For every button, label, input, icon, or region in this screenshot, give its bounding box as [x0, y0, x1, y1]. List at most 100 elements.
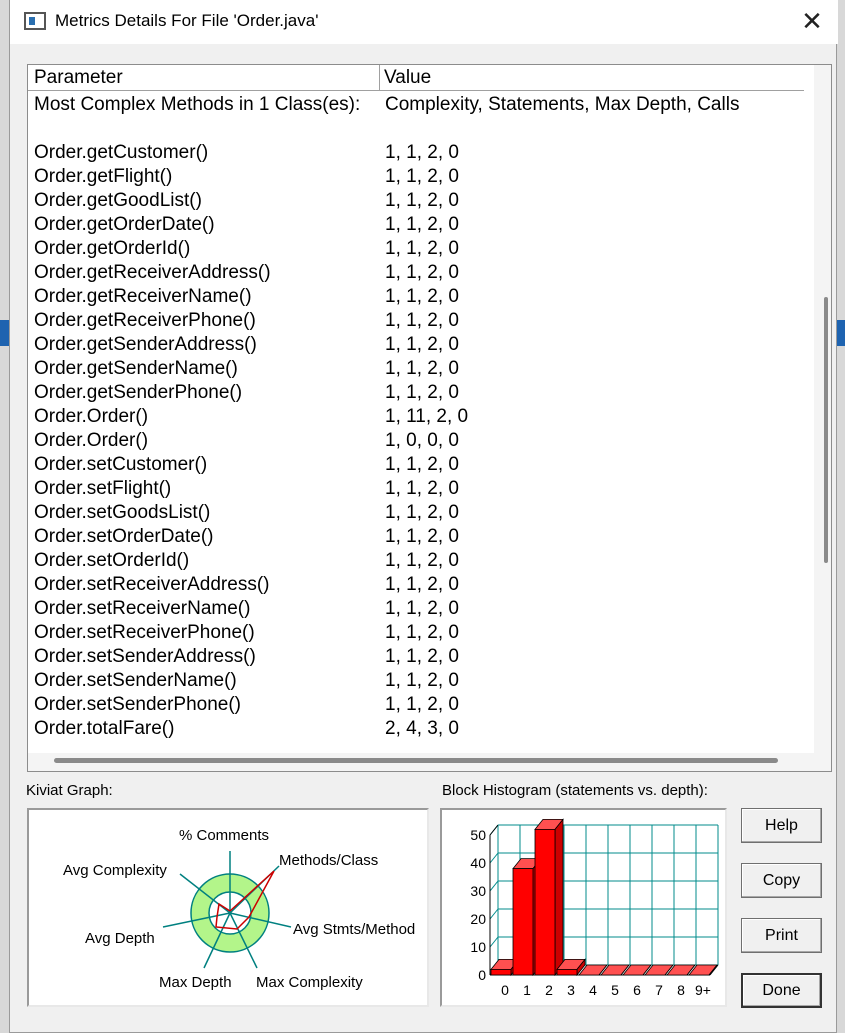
- table-row[interactable]: Order.getOrderId() 1, 1, 2, 0: [28, 237, 804, 261]
- y-tick-label: 30: [470, 883, 486, 899]
- value-cell: 1, 1, 2, 0: [385, 670, 459, 691]
- parameter-cell: Order.getReceiverAddress(): [34, 262, 271, 283]
- table-row[interactable]: Order.Order() 1, 11, 2, 0: [28, 405, 804, 429]
- table-row[interactable]: Order.getSenderAddress() 1, 1, 2, 0: [28, 333, 804, 357]
- x-tick-label: 4: [589, 982, 597, 998]
- table-row[interactable]: Order.getFlight() 1, 1, 2, 0: [28, 165, 804, 189]
- x-tick-label: 5: [611, 982, 619, 998]
- kiviat-axis-label: % Comments: [179, 827, 269, 844]
- table-row[interactable]: Most Complex Methods in 1 Class(es): Comp…: [28, 93, 804, 117]
- parameter-cell: Order.setReceiverPhone(): [34, 622, 255, 643]
- y-tick-label: 20: [470, 911, 486, 927]
- column-header-parameter[interactable]: Parameter: [28, 65, 380, 91]
- x-tick-label: 0: [501, 982, 509, 998]
- kiviat-graph: % Comments Methods/Class Avg Stmts/Metho…: [27, 808, 429, 1007]
- title-bar: Metrics Details For File 'Order.java' ✕: [10, 0, 838, 44]
- parameter-cell: Order.getFlight(): [34, 166, 173, 187]
- value-cell: 1, 1, 2, 0: [385, 454, 459, 475]
- table-row[interactable]: Order.setReceiverAddress() 1, 1, 2, 0: [28, 573, 804, 597]
- parameter-cell: Most Complex Methods in 1 Class(es):: [34, 94, 361, 115]
- value-cell: 1, 1, 2, 0: [385, 598, 459, 619]
- parameter-cell: Order.setCustomer(): [34, 454, 208, 475]
- window-title: Metrics Details For File 'Order.java': [55, 11, 319, 30]
- x-tick-label: 8: [677, 982, 685, 998]
- vertical-scrollbar[interactable]: [814, 65, 831, 771]
- value-cell: 1, 1, 2, 0: [385, 358, 459, 379]
- table-row[interactable]: Order.setFlight() 1, 1, 2, 0: [28, 477, 804, 501]
- x-tick-label: 2: [545, 982, 553, 998]
- value-cell: 1, 1, 2, 0: [385, 574, 459, 595]
- table-row[interactable]: Order.getOrderDate() 1, 1, 2, 0: [28, 213, 804, 237]
- table-row[interactable]: Order.getReceiverName() 1, 1, 2, 0: [28, 285, 804, 309]
- parameter-cell: Order.getSenderPhone(): [34, 382, 243, 403]
- table-row[interactable]: Order.Order() 1, 0, 0, 0: [28, 429, 804, 453]
- parameter-cell: Order.getSenderName(): [34, 358, 238, 379]
- background-window-right: [837, 0, 845, 1033]
- table-row[interactable]: Order.setReceiverPhone() 1, 1, 2, 0: [28, 621, 804, 645]
- parameter-cell: Order.getOrderId(): [34, 238, 191, 259]
- grid-line: [489, 880, 499, 892]
- parameter-cell: Order.getReceiverName(): [34, 286, 252, 307]
- table-row[interactable]: Order.setOrderId() 1, 1, 2, 0: [28, 549, 804, 573]
- table-row[interactable]: Order.setSenderAddress() 1, 1, 2, 0: [28, 645, 804, 669]
- table-row[interactable]: Order.getGoodList() 1, 1, 2, 0: [28, 189, 804, 213]
- done-button[interactable]: Done: [741, 973, 822, 1008]
- value-cell: 1, 1, 2, 0: [385, 286, 459, 307]
- value-cell: 1, 1, 2, 0: [385, 334, 459, 355]
- table-header: Parameter Value: [28, 65, 804, 91]
- parameter-cell: Order.setReceiverAddress(): [34, 574, 270, 595]
- help-button[interactable]: Help: [741, 808, 822, 843]
- histogram-bar-side: [554, 818, 564, 977]
- table-row[interactable]: Order.setSenderName() 1, 1, 2, 0: [28, 669, 804, 693]
- value-cell: 1, 1, 2, 0: [385, 550, 459, 571]
- parameter-cell: Order.setSenderName(): [34, 670, 237, 691]
- value-cell: 1, 1, 2, 0: [385, 526, 459, 547]
- parameter-cell: Order.setOrderDate(): [34, 526, 214, 547]
- value-cell: 1, 1, 2, 0: [385, 166, 459, 187]
- table-row[interactable]: Order.setCustomer() 1, 1, 2, 0: [28, 453, 804, 477]
- close-button[interactable]: ✕: [788, 6, 836, 38]
- kiviat-axis-label: Avg Stmts/Method: [293, 921, 415, 938]
- vertical-scrollbar-thumb[interactable]: [824, 297, 828, 563]
- table-row[interactable]: Order.setSenderPhone() 1, 1, 2, 0: [28, 693, 804, 717]
- value-cell: 1, 1, 2, 0: [385, 502, 459, 523]
- parameter-cell: Order.setReceiverName(): [34, 598, 251, 619]
- value-cell: 1, 1, 2, 0: [385, 190, 459, 211]
- table-row[interactable]: Order.getSenderName() 1, 1, 2, 0: [28, 357, 804, 381]
- kiviat-axis-label: Max Depth: [159, 974, 232, 991]
- column-header-value[interactable]: Value: [380, 65, 804, 91]
- copy-button[interactable]: Copy: [741, 863, 822, 898]
- histogram-bar: [534, 828, 556, 976]
- table-row[interactable]: [28, 117, 804, 141]
- metrics-details-dialog: Metrics Details For File 'Order.java' ✕ …: [9, 0, 838, 1033]
- print-button[interactable]: Print: [741, 918, 822, 953]
- kiviat-axis-label: Max Complexity: [256, 974, 363, 991]
- histogram-label: Block Histogram (statements vs. depth):: [442, 782, 708, 799]
- horizontal-scrollbar[interactable]: [28, 753, 814, 771]
- background-window-left: [0, 0, 9, 1033]
- background-window-right-highlight: [837, 320, 845, 346]
- histogram-bar: [556, 968, 578, 976]
- table-row[interactable]: Order.setGoodsList() 1, 1, 2, 0: [28, 501, 804, 525]
- value-cell: 1, 1, 2, 0: [385, 478, 459, 499]
- table-row[interactable]: Order.totalFare() 2, 4, 3, 0: [28, 717, 804, 741]
- table-row[interactable]: Order.getReceiverPhone() 1, 1, 2, 0: [28, 309, 804, 333]
- table-row[interactable]: Order.getReceiverAddress() 1, 1, 2, 0: [28, 261, 804, 285]
- x-tick-label: 7: [655, 982, 663, 998]
- value-cell: 2, 4, 3, 0: [385, 718, 459, 739]
- grid-line: [489, 908, 499, 920]
- value-cell: 1, 1, 2, 0: [385, 382, 459, 403]
- table-row[interactable]: Order.setOrderDate() 1, 1, 2, 0: [28, 525, 804, 549]
- value-cell: 1, 1, 2, 0: [385, 622, 459, 643]
- y-tick-label: 40: [470, 855, 486, 871]
- parameter-cell: Order.getReceiverPhone(): [34, 310, 256, 331]
- table-row[interactable]: Order.setReceiverName() 1, 1, 2, 0: [28, 597, 804, 621]
- axis-edge: [489, 824, 499, 836]
- value-cell: 1, 1, 2, 0: [385, 310, 459, 331]
- parameter-cell: Order.getSenderAddress(): [34, 334, 257, 355]
- parameter-cell: Order.getGoodList(): [34, 190, 202, 211]
- horizontal-scrollbar-thumb[interactable]: [54, 758, 778, 763]
- table-row[interactable]: Order.getCustomer() 1, 1, 2, 0: [28, 141, 804, 165]
- parameter-cell: Order.setOrderId(): [34, 550, 190, 571]
- table-row[interactable]: Order.getSenderPhone() 1, 1, 2, 0: [28, 381, 804, 405]
